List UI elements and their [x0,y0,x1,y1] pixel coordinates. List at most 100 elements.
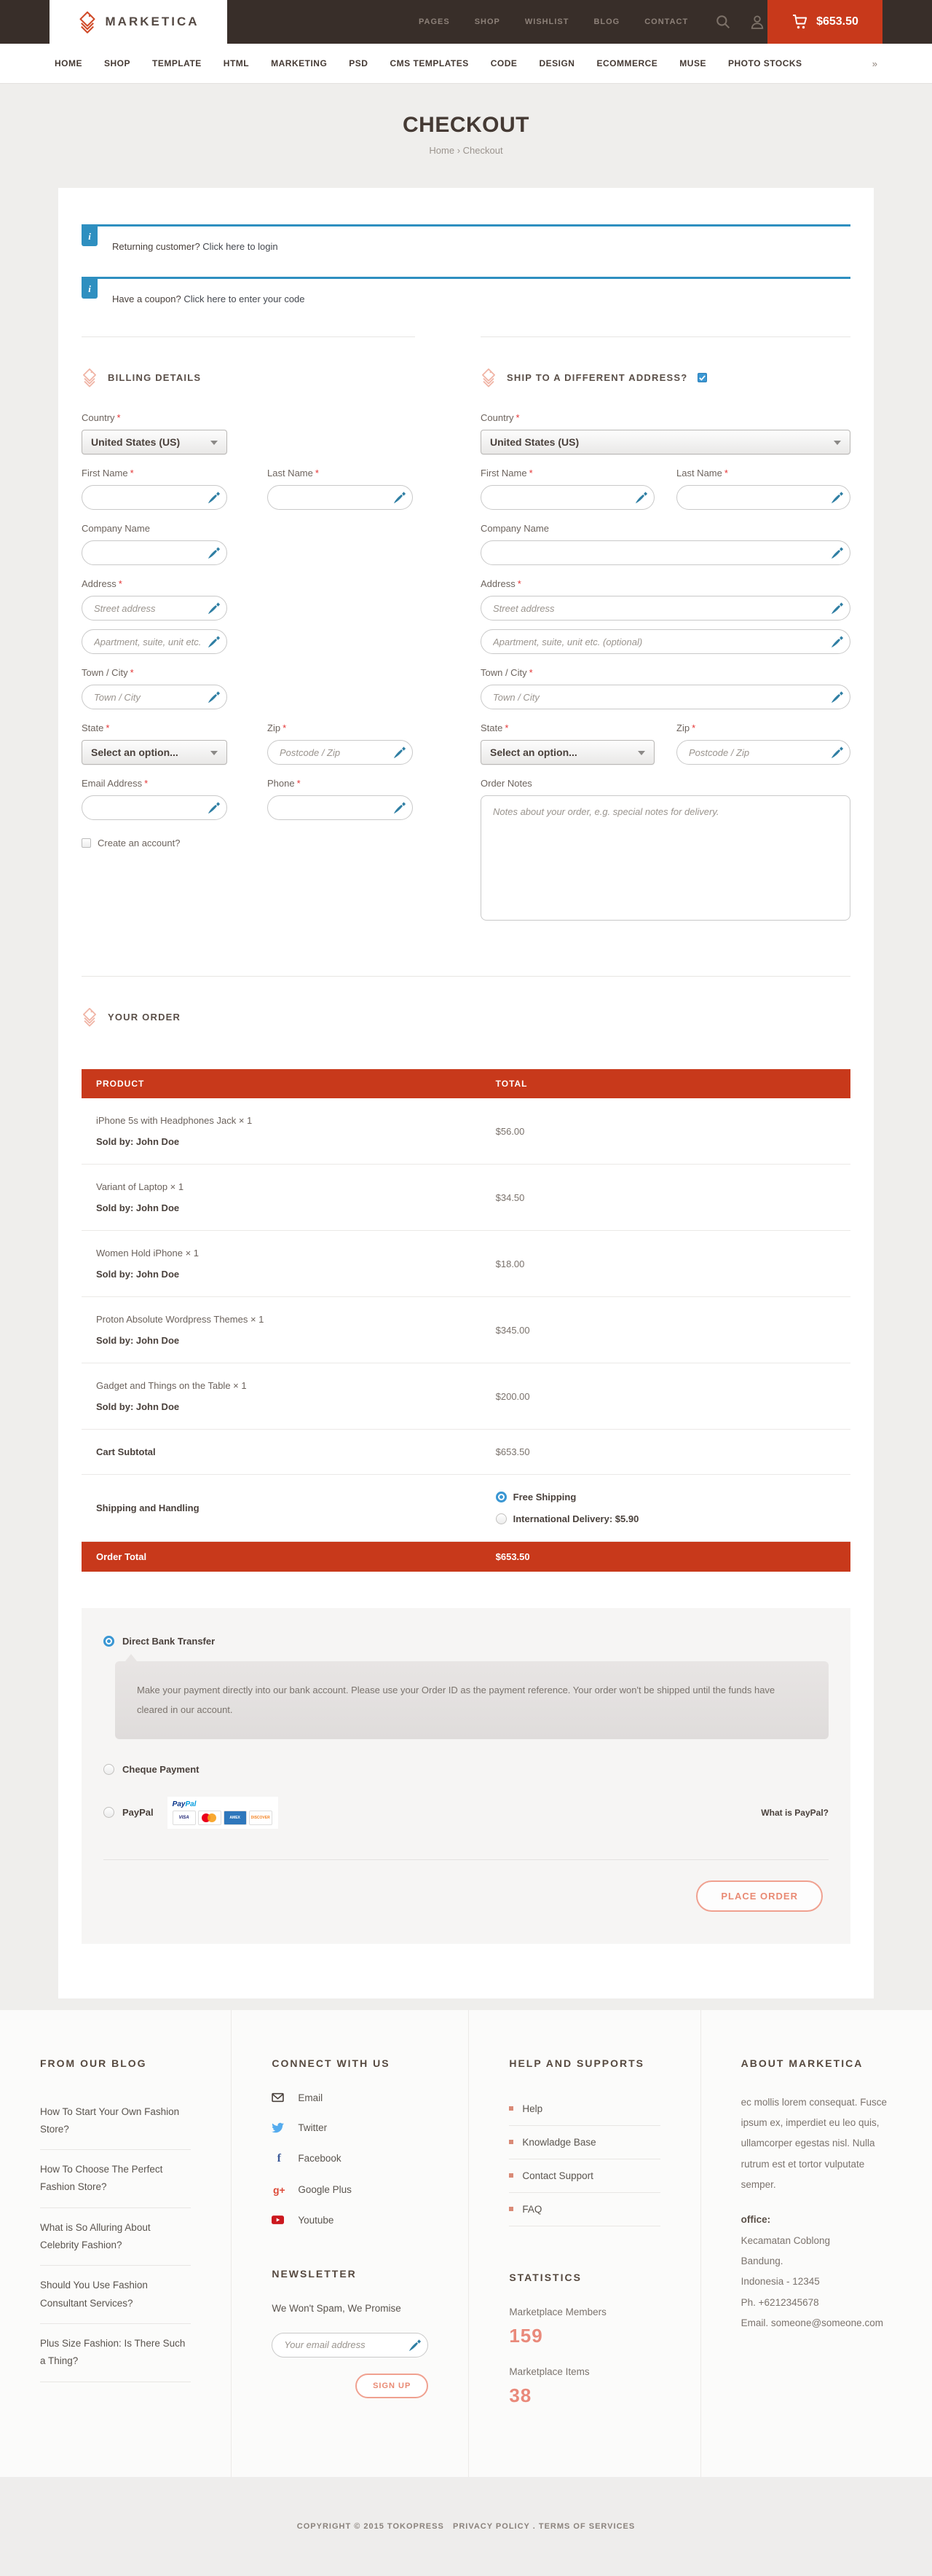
shipping-country-select[interactable]: United States (US) [481,430,850,454]
billing-email-input[interactable] [82,795,227,820]
billing-phone-input[interactable] [267,795,413,820]
shipping-town-label: Town / City [481,667,527,678]
footer-help-title: HELP AND SUPPORTS [509,2057,660,2069]
top-nav-blog[interactable]: BLOG [593,17,620,26]
subnav-muse[interactable]: MUSE [679,58,706,68]
login-link[interactable]: Click here to login [202,241,277,252]
blog-post-link[interactable]: What is So Alluring About Celebrity Fash… [40,2208,191,2266]
free-shipping-radio[interactable] [496,1492,507,1502]
billing-company-input[interactable] [82,540,227,565]
office-label: office: [741,2210,892,2230]
top-nav-shop[interactable]: SHOP [475,17,500,26]
product-seller: Sold by: John Doe [96,1269,496,1280]
bullet-icon [509,2140,513,2144]
blog-post-link[interactable]: How To Start Your Own Fashion Store? [40,2092,191,2151]
subnav-ecommerce[interactable]: ECOMMERCE [596,58,657,68]
billing-street-input[interactable] [82,596,227,621]
email-link[interactable]: Email [272,2092,428,2103]
footer: FROM OUR BLOG How To Start Your Own Fash… [0,2010,932,2477]
subnav-html[interactable]: HTML [224,58,249,68]
cheque-payment-radio[interactable] [103,1764,114,1775]
billing-state-select[interactable]: Select an option... [82,740,227,765]
shipping-address-label: Address [481,578,516,589]
breadcrumb-home[interactable]: Home [429,145,454,156]
legal-separator: . [533,2522,536,2531]
order-notes-label: Order Notes [481,778,850,789]
privacy-policy-link[interactable]: PRIVACY POLICY [453,2522,530,2531]
cheque-payment-label: Cheque Payment [122,1764,199,1775]
blog-post-link[interactable]: How To Choose The Perfect Fashion Store? [40,2150,191,2208]
subnav-shop[interactable]: SHOP [104,58,130,68]
cart-total: $653.50 [816,15,858,28]
subnav-marketing[interactable]: MARKETING [271,58,327,68]
help-link[interactable]: Help [509,2092,660,2126]
faq-link[interactable]: FAQ [509,2193,660,2226]
order-notes-textarea[interactable] [481,795,850,921]
place-order-button[interactable]: PLACE ORDER [696,1880,823,1912]
create-account-checkbox[interactable] [82,838,91,848]
billing-apartment-input[interactable] [82,629,227,654]
subnav-code[interactable]: CODE [491,58,518,68]
subnav-psd[interactable]: PSD [349,58,368,68]
pen-icon [208,491,221,504]
sign-up-button[interactable]: SIGN UP [355,2374,428,2398]
subnav-template[interactable]: TEMPLATE [152,58,202,68]
newsletter-email-input[interactable] [272,2333,428,2358]
top-nav-wishlist[interactable]: WISHLIST [525,17,569,26]
shipping-street-input[interactable] [481,596,850,621]
billing-zip-input[interactable] [267,740,413,765]
paypal-radio[interactable] [103,1807,114,1818]
blog-post-link[interactable]: Plus Size Fashion: Is There Such a Thing… [40,2324,191,2382]
pen-icon [208,690,221,704]
shipping-last-name-input[interactable] [676,485,850,510]
what-is-paypal-link[interactable]: What is PayPal? [761,1808,829,1818]
shipping-section: SHIP TO A DIFFERENT ADDRESS? Country* Un… [481,336,850,936]
shipping-apartment-input[interactable] [481,629,850,654]
billing-first-name-input[interactable] [82,485,227,510]
contact-support-link[interactable]: Contact Support [509,2159,660,2193]
international-delivery-radio[interactable] [496,1513,507,1524]
subnav-more-icon[interactable]: » [872,58,877,69]
shipping-first-name-input[interactable] [481,485,655,510]
billing-country-label: Country [82,412,115,423]
billing-town-input[interactable] [82,685,227,709]
bullet-icon [509,2106,513,2111]
footer-blog-column: FROM OUR BLOG How To Start Your Own Fash… [0,2010,231,2477]
top-nav-pages[interactable]: PAGES [419,17,450,26]
cart-button[interactable]: $653.50 [767,0,882,44]
subnav-cms-templates[interactable]: CMS TEMPLATES [390,58,468,68]
page-header: CHECKOUT Home › Checkout [0,84,932,188]
billing-phone-label: Phone [267,778,295,789]
shipping-zip-input[interactable] [676,740,850,765]
youtube-link[interactable]: Youtube [272,2215,428,2226]
shipping-town-input[interactable] [481,685,850,709]
shipping-company-input[interactable] [481,540,850,565]
coupon-link[interactable]: Click here to enter your code [183,294,304,304]
search-icon[interactable] [716,15,730,29]
blog-post-link[interactable]: Should You Use Fashion Consultant Servic… [40,2266,191,2324]
office-line: Indonesia - 12345 [741,2272,892,2292]
terms-link[interactable]: TERMS OF SERVICES [539,2522,635,2531]
ship-different-checkbox[interactable] [698,373,707,382]
free-shipping-label: Free Shipping [513,1492,577,1502]
googleplus-link[interactable]: g+ Google Plus [272,2184,428,2196]
knowledge-base-link[interactable]: Knowladge Base [509,2126,660,2159]
pen-icon [831,602,844,615]
bank-transfer-radio[interactable] [103,1636,114,1647]
subnav-home[interactable]: HOME [55,58,82,68]
billing-country-select[interactable]: United States (US) [82,430,227,454]
subnav-design[interactable]: DESIGN [539,58,574,68]
shipping-state-select[interactable]: Select an option... [481,740,655,765]
facebook-link[interactable]: f Facebook [272,2152,428,2165]
pen-icon [393,746,406,759]
user-icon[interactable] [751,15,764,29]
logo[interactable]: MARKETICA [50,0,227,44]
top-nav-contact[interactable]: CONTACT [644,17,688,26]
twitter-link[interactable]: Twitter [272,2122,428,2133]
pen-icon [393,801,406,814]
product-name: Gadget and Things on the Table × 1 [96,1380,496,1391]
billing-last-name-input[interactable] [267,485,413,510]
members-value: 159 [509,2325,660,2347]
subnav-photo-stocks[interactable]: PHOTO STOCKS [728,58,802,68]
info-icon: i [82,227,98,246]
